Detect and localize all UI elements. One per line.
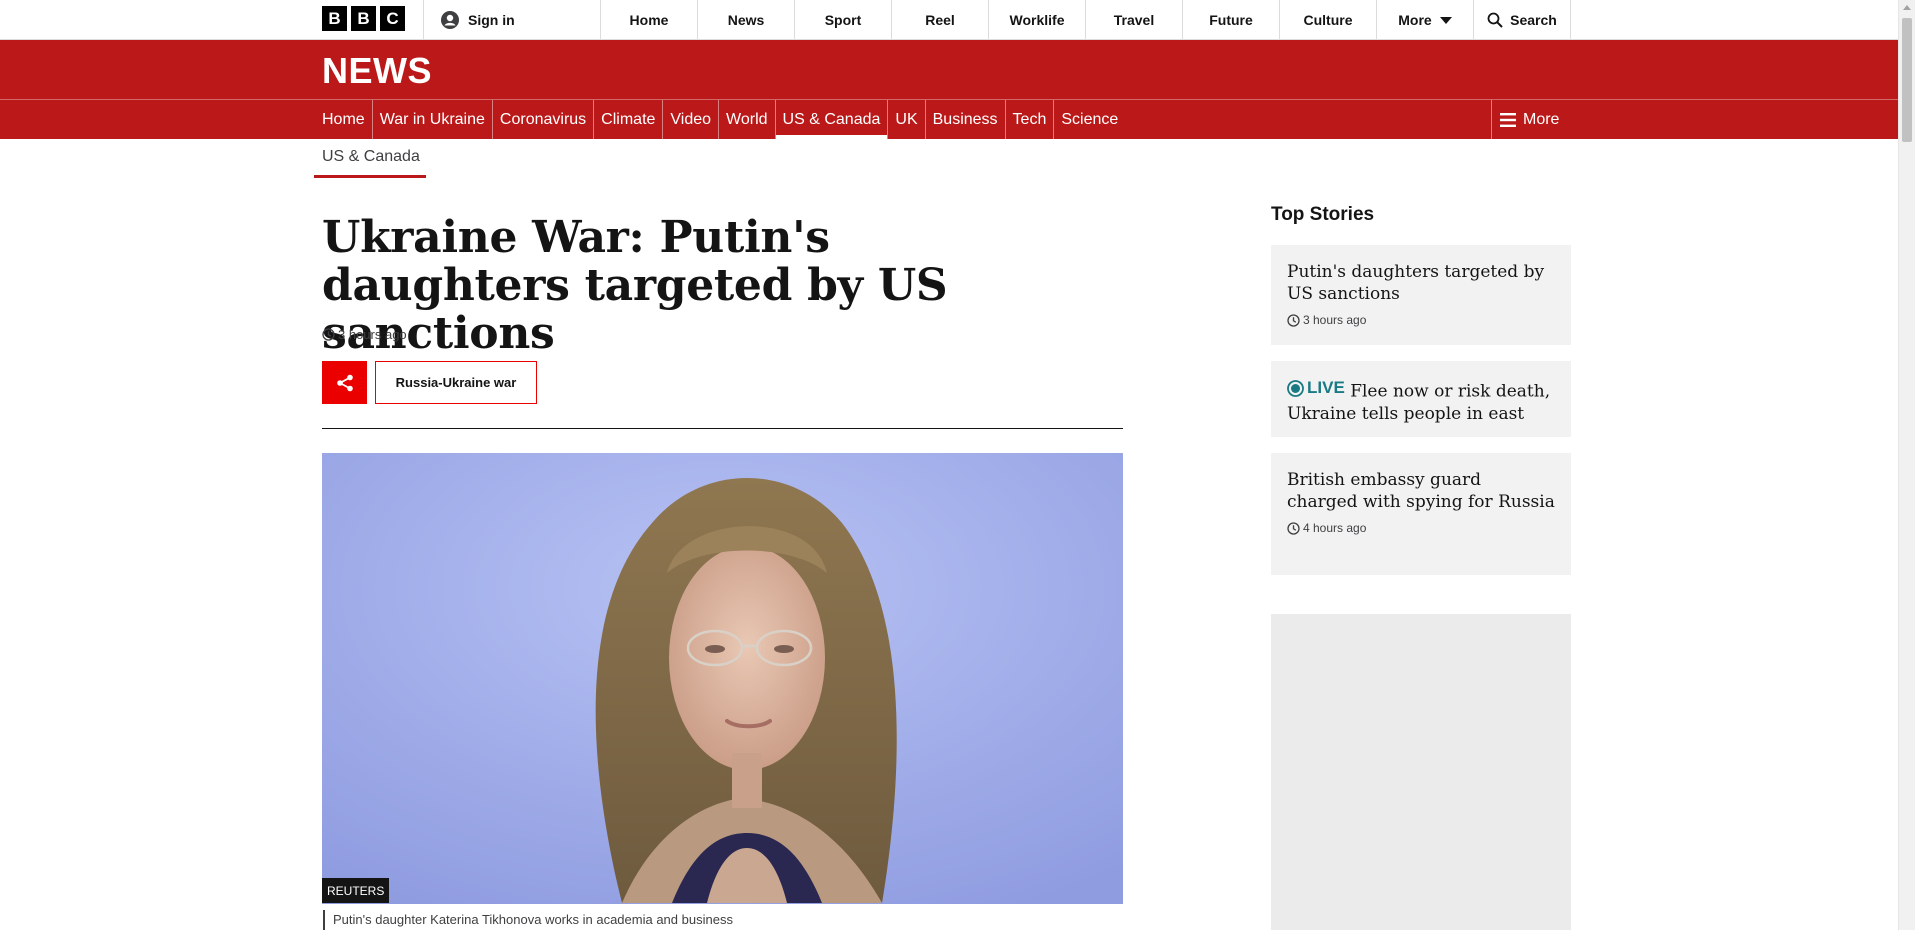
global-nav-culture[interactable]: Culture	[1279, 0, 1376, 40]
section-nav-world[interactable]: World	[718, 100, 775, 139]
section-nav-coronavirus[interactable]: Coronavirus	[491, 100, 593, 139]
bbc-logo-letter-b2: B	[351, 6, 376, 31]
top-story-timestamp: 3 hours ago	[1287, 313, 1555, 327]
top-story-card-1[interactable]: Putin's daughters targeted by US sanctio…	[1271, 245, 1571, 345]
clock-icon	[1287, 313, 1300, 327]
section-nav-tech[interactable]: Tech	[1004, 100, 1054, 139]
top-story-card-3[interactable]: British embassy guard charged with spyin…	[1271, 453, 1571, 575]
section-nav-war-in-ukraine[interactable]: War in Ukraine	[371, 100, 492, 139]
bbc-logo-letter-c: C	[380, 6, 405, 31]
hero-photo-illustration	[322, 453, 1123, 904]
top-story-title: British embassy guard charged with spyin…	[1287, 470, 1555, 512]
clock-icon	[1287, 521, 1300, 535]
global-nav-links: Home News Sport Reel Worklife Travel Fut…	[600, 0, 1571, 40]
live-badge-text: LIVE	[1307, 378, 1345, 397]
bbc-logo-letter-b1: B	[322, 6, 347, 31]
image-caption: Putin's daughter Katerina Tikhonova work…	[323, 910, 733, 930]
section-nav-home[interactable]: Home	[322, 100, 372, 139]
section-nav-business[interactable]: Business	[924, 100, 1005, 139]
top-story-title: LIVE Flee now or risk death, Ukraine tel…	[1287, 377, 1555, 425]
share-button[interactable]	[322, 361, 367, 404]
global-nav-home[interactable]: Home	[600, 0, 697, 40]
section-nav-climate[interactable]: Climate	[593, 100, 662, 139]
article-divider	[322, 428, 1123, 429]
hamburger-icon	[1500, 112, 1516, 127]
article-headline: Ukraine War: Putin's daughters targeted …	[322, 212, 948, 359]
clock-icon	[322, 328, 335, 341]
image-credit: REUTERS	[322, 878, 390, 903]
article-hero-image	[322, 453, 1123, 904]
search-label: Search	[1510, 12, 1557, 28]
live-badge: LIVE	[1287, 377, 1345, 399]
subsection-link[interactable]: US & Canada	[314, 146, 426, 178]
chevron-down-icon	[1439, 16, 1452, 24]
global-nav-reel[interactable]: Reel	[891, 0, 988, 40]
scrollbar-thumb[interactable]	[1902, 18, 1912, 142]
search-icon	[1487, 12, 1503, 28]
top-story-timestamp: 4 hours ago	[1287, 521, 1555, 535]
news-header: NEWS Home War in Ukraine Coronavirus Cli…	[0, 40, 1898, 139]
section-nav-video[interactable]: Video	[662, 100, 718, 139]
section-nav-science[interactable]: Science	[1053, 100, 1125, 139]
global-nav-future[interactable]: Future	[1182, 0, 1279, 40]
article-timestamp: 3 hours ago	[322, 327, 407, 342]
section-navigation: Home War in Ukraine Coronavirus Climate …	[322, 100, 1125, 139]
section-nav-us-canada[interactable]: US & Canada	[774, 100, 888, 139]
top-stories-heading: Top Stories	[1271, 204, 1375, 225]
global-nav-more-label: More	[1398, 12, 1432, 28]
advertisement-placeholder	[1271, 614, 1571, 930]
section-nav-more-button[interactable]: More	[1491, 100, 1571, 139]
section-nav-more-label: More	[1523, 110, 1560, 128]
global-nav-news[interactable]: News	[697, 0, 794, 40]
search-button[interactable]: Search	[1473, 0, 1571, 40]
top-story-time-text: 3 hours ago	[1303, 313, 1367, 327]
user-avatar-icon	[441, 11, 459, 29]
sign-in-link[interactable]: Sign in	[423, 0, 600, 40]
sign-in-label: Sign in	[468, 12, 515, 28]
bbc-logo[interactable]: B B C	[322, 6, 405, 31]
live-dot-icon	[1287, 379, 1304, 397]
scroll-up-arrow-icon[interactable]	[1903, 5, 1911, 10]
global-nav-travel[interactable]: Travel	[1085, 0, 1182, 40]
top-story-title: Putin's daughters targeted by US sanctio…	[1287, 262, 1545, 304]
section-nav-uk[interactable]: UK	[887, 100, 924, 139]
global-nav-more-button[interactable]: More	[1376, 0, 1473, 40]
global-navigation-bar: B B C Sign in Home News Sport Reel Workl…	[0, 0, 1898, 40]
share-icon	[336, 374, 353, 391]
top-story-card-2[interactable]: LIVE Flee now or risk death, Ukraine tel…	[1271, 361, 1571, 437]
vertical-scrollbar[interactable]	[1898, 0, 1915, 930]
article-timestamp-text: 3 hours ago	[338, 327, 407, 342]
news-wordmark[interactable]: NEWS	[322, 50, 432, 92]
global-nav-sport[interactable]: Sport	[794, 0, 891, 40]
topic-tag-button[interactable]: Russia-Ukraine war	[375, 361, 537, 404]
top-story-time-text: 4 hours ago	[1303, 521, 1367, 535]
global-nav-worklife[interactable]: Worklife	[988, 0, 1085, 40]
